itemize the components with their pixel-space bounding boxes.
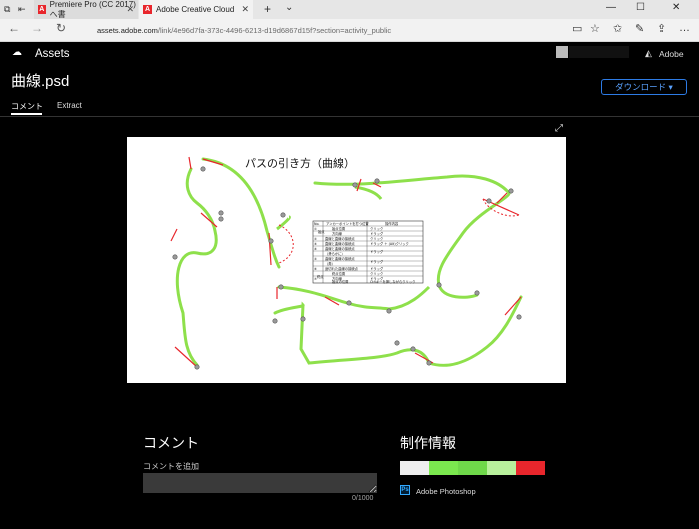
file-preview: パスの引き方（曲線） No. アンカーポイントを打つ位置 操作内容 ① 始点 始… — [127, 137, 566, 383]
table-cell: ⑦ — [314, 277, 317, 281]
info-heading: 制作情報 — [400, 435, 456, 451]
creative-cloud-logo-icon[interactable]: ☁ — [12, 47, 22, 58]
forward-button[interactable]: → — [31, 21, 43, 35]
table-cell: 終点位置 — [332, 271, 346, 276]
table-cell: クリック — [370, 236, 383, 241]
divider — [0, 116, 699, 117]
table-cell: 始点 — [318, 229, 325, 234]
table-cell: （角） — [325, 261, 335, 266]
fullscreen-expand-icon[interactable]: ⤢ — [555, 123, 563, 134]
color-swatch[interactable] — [429, 461, 458, 475]
table-cell: ⑥ — [314, 267, 317, 271]
table-cell: ④ — [314, 247, 317, 251]
color-swatch[interactable] — [487, 461, 516, 475]
active-tab-indicator — [11, 113, 42, 115]
table-header: アンカーポイントを打つ位置 — [326, 221, 369, 226]
comment-input[interactable] — [143, 473, 377, 493]
adobe-favicon-icon: A — [38, 5, 46, 14]
assets-label[interactable]: Assets — [35, 48, 70, 60]
table-cell: 直線と曲線の接続点 — [325, 241, 355, 246]
table-cell: 途切れた曲線の接続点 — [325, 266, 359, 271]
hub-icon[interactable]: ✩ — [613, 22, 622, 35]
table-cell: ドラッグ — [370, 259, 384, 264]
table-cell: 直線と直線の接続点 — [325, 236, 355, 241]
adobe-logo-icon: ◭ — [645, 48, 652, 58]
app-name: Adobe Photoshop — [416, 487, 476, 496]
table-cell: （滑らかに） — [325, 251, 345, 256]
table-cell: ドラッグ — [370, 231, 384, 236]
table-cell: ② — [314, 237, 317, 241]
add-comment-label: コメントを追加 — [143, 462, 199, 471]
photoshop-icon: Ps — [400, 485, 410, 495]
table-cell: ドラッグ — [370, 249, 384, 254]
table-cell: 曲線と曲線の接続点 — [325, 256, 355, 261]
tab-title: Premiere Pro (CC 2017) へ書 — [49, 0, 136, 19]
refresh-button[interactable]: ↻ — [56, 21, 66, 35]
maximize-button[interactable]: ☐ — [636, 2, 645, 13]
color-swatch[interactable] — [516, 461, 545, 475]
back-button[interactable]: ← — [8, 21, 20, 35]
new-tab-button[interactable]: + — [264, 2, 271, 16]
color-swatch[interactable] — [458, 461, 487, 475]
color-swatch[interactable] — [400, 461, 429, 475]
table-cell: 曲線と曲線の接続点 — [325, 246, 355, 251]
table-cell: クリック — [370, 271, 383, 276]
set-tabs-aside-icon[interactable]: ⇤ — [18, 4, 26, 15]
comments-heading: コメント — [143, 435, 199, 451]
table-header: No. — [314, 222, 319, 226]
instruction-table: No. アンカーポイントを打つ位置 操作内容 ① 始点 始点位置 クリック 方向… — [312, 220, 424, 284]
close-window-button[interactable]: ✕ — [672, 2, 680, 13]
adobe-label: Adobe — [659, 49, 684, 59]
download-button[interactable]: ダウンロード ▾ — [601, 79, 687, 95]
avatar[interactable] — [556, 46, 568, 58]
table-cell: 始点の位置 — [332, 279, 349, 284]
page-title: 曲線.psd — [11, 73, 70, 90]
tab-title: Adobe Creative Cloud — [156, 5, 235, 14]
url-field[interactable]: assets.adobe.com/link/4e96d7fa-373c-4496… — [97, 26, 391, 35]
user-name[interactable] — [569, 46, 629, 58]
browser-tab-premiere[interactable]: A Premiere Pro (CC 2017) へ書 ✕ — [34, 0, 138, 19]
adobe-favicon-icon: A — [143, 5, 152, 14]
close-tab-icon[interactable]: ✕ — [241, 4, 249, 15]
tab-list-chevron-icon[interactable]: ⌄ — [285, 2, 293, 13]
table-cell: 終点 — [317, 274, 324, 279]
color-swatches — [400, 461, 545, 475]
tab-extract[interactable]: Extract — [57, 101, 82, 110]
preview-title: パスの引き方（曲線） — [245, 156, 355, 170]
table-cell: ドラッグ — [370, 266, 384, 271]
table-cell: Ctrlキーを押しながらクリック — [370, 279, 415, 284]
table-cell: クリック — [370, 226, 383, 231]
notes-icon[interactable]: ✎ — [635, 22, 644, 35]
browser-tab-creative-cloud[interactable]: A Adobe Creative Cloud ✕ — [139, 0, 253, 19]
tab-preview-icon[interactable]: ⧉ — [4, 4, 10, 15]
close-tab-icon[interactable]: ✕ — [126, 4, 134, 15]
table-cell: 始点位置 — [332, 226, 346, 231]
minimize-button[interactable]: — — [606, 2, 616, 13]
table-cell: 方向線 — [332, 231, 343, 236]
table-cell: ⑤ — [314, 257, 317, 261]
table-header: 操作内容 — [385, 221, 399, 226]
table-cell: ドラッグ ＋ (Alt)クリック — [370, 241, 409, 246]
table-cell: ③ — [314, 242, 317, 246]
more-icon[interactable]: … — [679, 22, 690, 34]
tab-comment[interactable]: コメント — [11, 101, 43, 112]
url-path: /link/4e96d7fa-373c-4496-6213-d19d6867d1… — [157, 26, 392, 35]
share-icon[interactable]: ⇪ — [657, 22, 666, 35]
table-cell: ① — [314, 227, 317, 231]
favorite-star-icon[interactable]: ☆ — [590, 22, 600, 35]
reading-view-icon[interactable]: ▭ — [572, 22, 582, 35]
character-count: 0/1000 — [352, 495, 374, 502]
url-domain: assets.adobe.com — [97, 26, 158, 35]
